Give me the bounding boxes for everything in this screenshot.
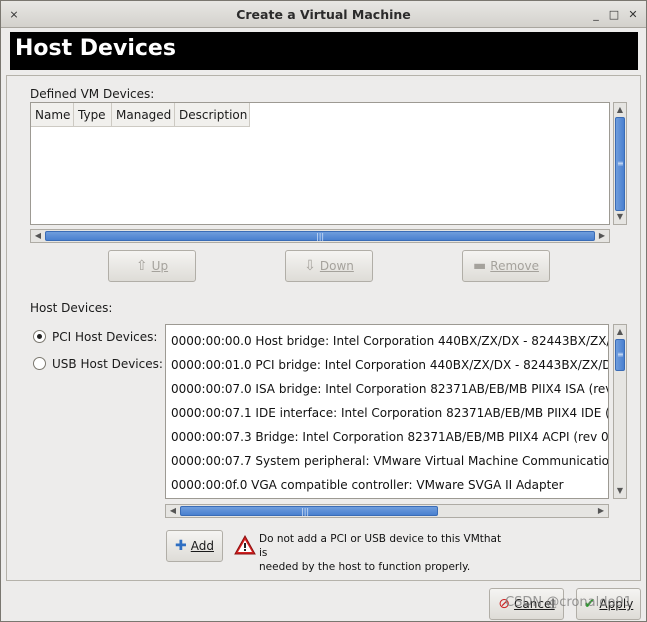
host-devices-label: Host Devices: (30, 301, 113, 315)
scroll-left-icon[interactable]: ◀ (167, 505, 179, 517)
list-item[interactable]: 0000:00:07.7 System peripheral: VMware V… (171, 449, 608, 473)
scroll-up-icon[interactable]: ▲ (614, 104, 626, 116)
warning-icon (234, 535, 256, 555)
plus-icon: ✚ (175, 538, 187, 554)
maximize-icon[interactable]: □ (607, 8, 621, 22)
down-arrow-icon: ⇩ (304, 258, 316, 274)
list-item[interactable]: 0000:00:01.0 PCI bridge: Intel Corporati… (171, 353, 608, 377)
defined-devices-label: Defined VM Devices: (30, 87, 155, 101)
hscroll-thumb[interactable]: ||| (45, 231, 595, 241)
add-button[interactable]: ✚ Add (166, 530, 223, 562)
watermark: CSDN @cronaldo91 (505, 595, 632, 610)
vscroll-thumb[interactable]: ≡ (615, 117, 625, 211)
pci-host-devices-label[interactable]: PCI Host Devices: (52, 330, 157, 344)
column-header-managed[interactable]: Managed (112, 103, 175, 127)
list-item[interactable]: 0000:00:07.0 ISA bridge: Intel Corporati… (171, 377, 608, 401)
vscroll-thumb[interactable]: ≡ (615, 339, 625, 371)
host-devices-list[interactable]: 0000:00:00.0 Host bridge: Intel Corporat… (165, 324, 609, 499)
window-title: Create a Virtual Machine (236, 7, 411, 22)
list-item[interactable]: 0000:00:07.1 IDE interface: Intel Corpor… (171, 401, 608, 425)
host-devices-vscroll[interactable]: ▲ ≡ ▼ (613, 324, 627, 499)
scroll-down-icon[interactable]: ▼ (614, 211, 626, 223)
page-title: Host Devices (10, 32, 638, 70)
list-item[interactable]: 0000:00:00.0 Host bridge: Intel Corporat… (171, 329, 608, 353)
pci-host-devices-radio[interactable] (33, 330, 46, 343)
scroll-left-icon[interactable]: ◀ (32, 230, 44, 242)
warning-text: Do not add a PCI or USB device to this V… (259, 533, 502, 573)
list-item[interactable]: 0000:00:0f.0 VGA compatible controller: … (171, 473, 564, 497)
host-devices-hscroll[interactable]: ◀ ||| ▶ (165, 504, 609, 518)
column-header-type[interactable]: Type (74, 103, 112, 127)
close-icon[interactable]: ✕ (626, 8, 640, 22)
titlebar[interactable]: ⨯ Create a Virtual Machine _ □ ✕ (1, 1, 646, 28)
scroll-down-icon[interactable]: ▼ (614, 485, 626, 497)
usb-host-devices-radio[interactable] (33, 357, 46, 370)
remove-button[interactable]: ▬ Remove (462, 250, 550, 282)
column-header-description[interactable]: Description (175, 103, 250, 127)
usb-host-devices-label[interactable]: USB Host Devices: (52, 357, 163, 371)
scroll-right-icon[interactable]: ▶ (595, 505, 607, 517)
up-arrow-icon: ⇧ (135, 258, 148, 274)
scroll-up-icon[interactable]: ▲ (614, 326, 626, 338)
defined-devices-vscroll[interactable]: ▲ ≡ ▼ (613, 102, 627, 225)
column-header-name[interactable]: Name (31, 103, 74, 127)
scroll-right-icon[interactable]: ▶ (596, 230, 608, 242)
hscroll-thumb[interactable]: ||| (180, 506, 438, 516)
down-button[interactable]: ⇩ Down (285, 250, 373, 282)
list-item[interactable]: 0000:00:07.3 Bridge: Intel Corporation 8… (171, 425, 608, 449)
defined-devices-hscroll[interactable]: ◀ ||| ▶ (30, 229, 610, 243)
up-button[interactable]: ⇧ Up (108, 250, 196, 282)
remove-icon: ▬ (473, 258, 487, 274)
minimize-icon[interactable]: _ (589, 8, 603, 22)
defined-devices-list[interactable]: Name Type Managed Description (30, 102, 610, 225)
dialog-window: ⨯ Create a Virtual Machine _ □ ✕ Host De… (0, 0, 647, 622)
